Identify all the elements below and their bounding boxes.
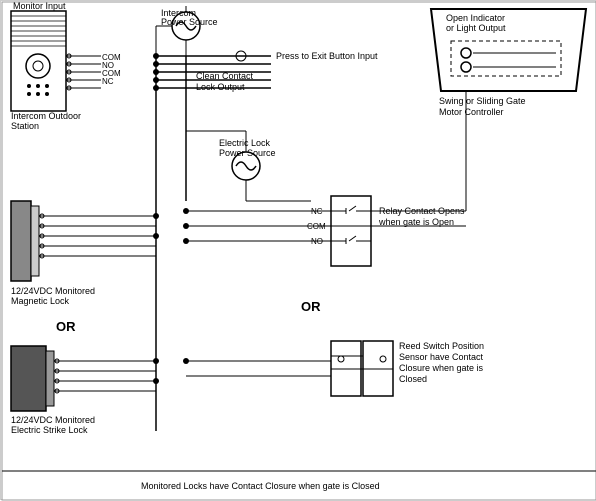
svg-text:OR: OR bbox=[56, 319, 76, 334]
svg-text:Lock Output: Lock Output bbox=[196, 82, 245, 92]
svg-text:Reed Switch Position: Reed Switch Position bbox=[399, 341, 484, 351]
svg-text:Electric Strike Lock: Electric Strike Lock bbox=[11, 425, 88, 435]
svg-text:Power Source: Power Source bbox=[219, 148, 276, 158]
svg-text:Swing or Sliding Gate: Swing or Sliding Gate bbox=[439, 96, 526, 106]
svg-text:OR: OR bbox=[301, 299, 321, 314]
svg-text:Monitored Locks have Contact C: Monitored Locks have Contact Closure whe… bbox=[141, 481, 380, 491]
svg-text:Press to Exit Button Input: Press to Exit Button Input bbox=[276, 51, 378, 61]
svg-text:Magnetic Lock: Magnetic Lock bbox=[11, 296, 70, 306]
svg-text:Monitor Input: Monitor Input bbox=[13, 1, 66, 11]
wiring-diagram: Monitor Input COM NO COM NC Intercom Out… bbox=[0, 0, 596, 500]
svg-text:or Light Output: or Light Output bbox=[446, 23, 506, 33]
svg-text:NC: NC bbox=[102, 77, 114, 86]
svg-text:Clean Contact: Clean Contact bbox=[196, 71, 254, 81]
svg-text:Open Indicator: Open Indicator bbox=[446, 13, 505, 23]
svg-text:Closure when gate is: Closure when gate is bbox=[399, 363, 484, 373]
svg-text:Sensor have Contact: Sensor have Contact bbox=[399, 352, 484, 362]
svg-text:Electric Lock: Electric Lock bbox=[219, 138, 271, 148]
svg-text:12/24VDC Monitored: 12/24VDC Monitored bbox=[11, 415, 95, 425]
svg-text:Intercom Outdoor: Intercom Outdoor bbox=[11, 111, 81, 121]
svg-text:Closed: Closed bbox=[399, 374, 427, 384]
svg-text:12/24VDC Monitored: 12/24VDC Monitored bbox=[11, 286, 95, 296]
svg-text:Motor Controller: Motor Controller bbox=[439, 107, 504, 117]
svg-text:Station: Station bbox=[11, 121, 39, 131]
